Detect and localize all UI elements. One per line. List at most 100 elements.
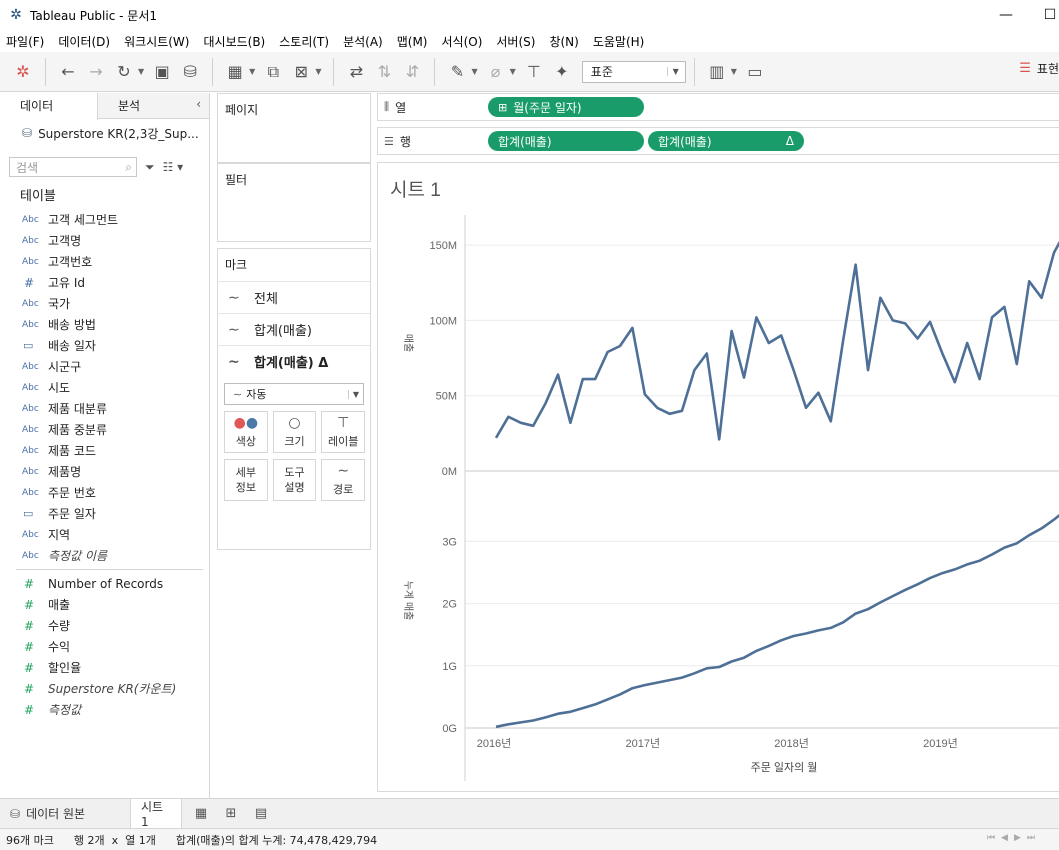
- redo-icon[interactable]: →: [83, 59, 109, 85]
- search-placeholder: 검색: [16, 160, 39, 175]
- menu-worksheet[interactable]: 워크시트(W): [124, 33, 189, 50]
- group-dropdown-icon[interactable]: ▼: [510, 67, 516, 76]
- filter-icon[interactable]: ⏷: [145, 160, 155, 175]
- menu-help[interactable]: 도움말(H): [593, 33, 645, 50]
- tooltip-button[interactable]: 도구 설명: [272, 459, 317, 501]
- new-worksheet-icon[interactable]: ▦: [222, 59, 248, 85]
- show-cards-icon[interactable]: ▥: [704, 59, 730, 85]
- pages-card[interactable]: 페이지: [217, 93, 371, 163]
- label-button[interactable]: ⊤ 레이블: [321, 411, 366, 453]
- sheet-nav-buttons[interactable]: ⏮◀▶⏭: [987, 833, 1041, 843]
- field-item[interactable]: ▭ 주문 일자: [0, 503, 209, 524]
- rows-shelf[interactable]: ☰ 행 합계(매출) 합계(매출) Δ: [377, 127, 1059, 155]
- title-bar: ✲ Tableau Public - 문서1 — ☐: [0, 0, 1059, 30]
- field-item[interactable]: Abc 고객번호: [0, 251, 209, 272]
- field-item[interactable]: Abc 제품 중분류: [0, 419, 209, 440]
- menu-server[interactable]: 서버(S): [496, 33, 535, 50]
- marks-tab-sum-delta[interactable]: ∼ 합계(매출) Δ: [218, 345, 370, 377]
- show-labels-icon[interactable]: ⊤: [521, 59, 547, 85]
- search-input[interactable]: 검색 ⌕: [9, 157, 137, 177]
- replay-icon[interactable]: ↻: [111, 59, 137, 85]
- menu-dashboard[interactable]: 대시보드(B): [203, 33, 265, 50]
- path-button[interactable]: ∼ 경로: [321, 459, 366, 501]
- tab-data-source[interactable]: ⛁ 데이터 원본: [0, 799, 130, 829]
- rows-pill-sum[interactable]: 합계(매출): [488, 131, 644, 151]
- show-me-button[interactable]: ☰ 표현: [1019, 60, 1059, 77]
- field-item[interactable]: # 고유 Id: [0, 272, 209, 293]
- tables-heading: 테이블: [20, 189, 56, 204]
- measure-item[interactable]: # 수익: [0, 636, 209, 657]
- view-list-icon[interactable]: ☷ ▾: [163, 160, 184, 174]
- size-button[interactable]: ○ 크기: [272, 411, 317, 453]
- measure-item[interactable]: # Number of Records: [0, 573, 209, 594]
- new-worksheet-dropdown-icon[interactable]: ▼: [249, 67, 255, 76]
- field-item[interactable]: ▭ 배송 일자: [0, 335, 209, 356]
- maximize-button[interactable]: ☐: [1040, 6, 1059, 24]
- filters-card[interactable]: 필터: [217, 163, 371, 242]
- measure-item[interactable]: # Superstore KR(카운트): [0, 678, 209, 699]
- show-cards-dropdown-icon[interactable]: ▼: [731, 67, 737, 76]
- highlight-icon[interactable]: ✎: [444, 59, 470, 85]
- save-icon[interactable]: ▣: [149, 59, 175, 85]
- columns-pill-month[interactable]: ⊞ 월(주문 일자): [488, 97, 644, 117]
- field-item[interactable]: Abc 배송 방법: [0, 314, 209, 335]
- field-item[interactable]: Abc 시도: [0, 377, 209, 398]
- menu-data[interactable]: 데이터(D): [58, 33, 110, 50]
- menu-window[interactable]: 창(N): [549, 33, 578, 50]
- menu-format[interactable]: 서식(O): [442, 33, 483, 50]
- field-item[interactable]: Abc 제품 코드: [0, 440, 209, 461]
- field-name: 고객명: [48, 234, 82, 248]
- highlight-dropdown-icon[interactable]: ▼: [471, 67, 477, 76]
- datasource-item[interactable]: ⛁ Superstore KR(2,3강_Sup...: [0, 119, 209, 147]
- collapse-pane-icon[interactable]: ‹: [196, 97, 201, 111]
- new-story-icon[interactable]: ▤: [246, 799, 276, 829]
- field-item[interactable]: Abc 국가: [0, 293, 209, 314]
- marks-tab-all[interactable]: ∼ 전체: [218, 281, 370, 313]
- detail-button[interactable]: 세부 정보: [224, 459, 268, 501]
- measure-item[interactable]: # 할인율: [0, 657, 209, 678]
- tab-analysis[interactable]: 분석: [98, 93, 196, 119]
- duplicate-sheet-icon[interactable]: ⧉: [260, 59, 286, 85]
- replay-dropdown-icon[interactable]: ▼: [138, 67, 144, 76]
- color-button[interactable]: ●● 색상: [224, 411, 268, 453]
- marks-tab-sum[interactable]: ∼ 합계(매출): [218, 313, 370, 345]
- field-item[interactable]: Abc 제품명: [0, 461, 209, 482]
- field-item[interactable]: Abc 고객 세그먼트: [0, 209, 209, 230]
- field-item[interactable]: Abc 측정값 이름: [0, 545, 209, 566]
- field-item[interactable]: Abc 제품 대분류: [0, 398, 209, 419]
- field-item[interactable]: Abc 지역: [0, 524, 209, 545]
- field-item[interactable]: Abc 주문 번호: [0, 482, 209, 503]
- x-tick-label: 2018년: [774, 737, 809, 750]
- group-icon[interactable]: ⌀: [483, 59, 509, 85]
- undo-icon[interactable]: ←: [55, 59, 81, 85]
- menu-map[interactable]: 맵(M): [397, 33, 428, 50]
- field-item[interactable]: Abc 시군구: [0, 356, 209, 377]
- fit-select[interactable]: 표준 ▼: [581, 60, 686, 83]
- measure-item[interactable]: # 매출: [0, 594, 209, 615]
- field-item[interactable]: Abc 고객명: [0, 230, 209, 251]
- menu-analysis[interactable]: 분석(A): [343, 33, 383, 50]
- worksheet-view[interactable]: 시트 1 0M 50M 100M 150M 매출 0G 1G 2G 3G 누계 매출 2016년 20…: [377, 162, 1059, 792]
- columns-shelf[interactable]: ⫼ 열 ⊞ 월(주문 일자): [377, 93, 1059, 121]
- marks-tab-sum-delta-label: 합계(매출) Δ: [254, 356, 329, 371]
- sort-descending-icon[interactable]: ⇵: [399, 59, 425, 85]
- measure-item[interactable]: # 측정값: [0, 699, 209, 720]
- rows-pill-sum-delta[interactable]: 합계(매출) Δ: [648, 131, 804, 151]
- tab-data[interactable]: 데이터: [0, 93, 98, 120]
- minimize-button[interactable]: —: [996, 6, 1016, 24]
- clear-dropdown-icon[interactable]: ▼: [315, 67, 321, 76]
- pin-axes-icon[interactable]: ✦: [549, 59, 575, 85]
- new-datasource-icon[interactable]: ⛁: [177, 59, 203, 85]
- swap-rows-columns-icon[interactable]: ⇄: [343, 59, 369, 85]
- presentation-mode-icon[interactable]: ▭: [742, 59, 768, 85]
- sort-ascending-icon[interactable]: ⇅: [371, 59, 397, 85]
- tab-sheet-1[interactable]: 시트 1: [130, 798, 182, 829]
- measure-item[interactable]: # 수량: [0, 615, 209, 636]
- tableau-home-icon[interactable]: ✲: [10, 59, 36, 85]
- menu-file[interactable]: 파일(F): [6, 33, 44, 50]
- clear-sheet-icon[interactable]: ⊠: [288, 59, 314, 85]
- mark-type-select[interactable]: ∼ 자동 ▼: [224, 383, 364, 405]
- new-worksheet-icon[interactable]: ▦: [186, 799, 216, 829]
- new-dashboard-icon[interactable]: ⊞: [216, 799, 246, 829]
- menu-story[interactable]: 스토리(T): [279, 33, 329, 50]
